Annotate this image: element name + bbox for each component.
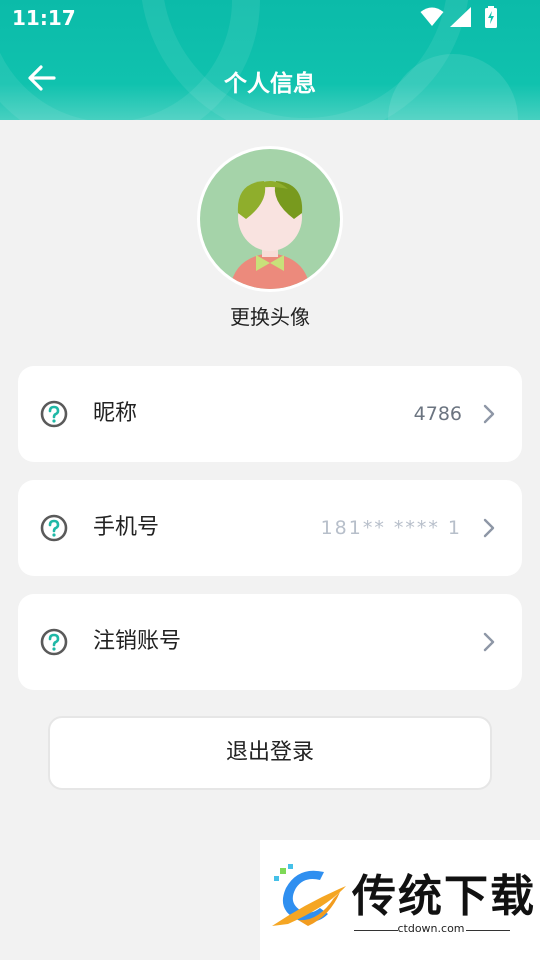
ctdown-logo-icon: [272, 864, 346, 926]
logout-button[interactable]: 退出登录: [48, 716, 492, 790]
nickname-row[interactable]: 昵称 4786: [18, 366, 522, 462]
row-label: 昵称: [93, 401, 138, 426]
page-title: 个人信息: [224, 71, 316, 97]
wifi-icon: [420, 7, 444, 26]
watermark: 传统下载 ctdown.com: [260, 840, 540, 960]
avatar[interactable]: [197, 146, 343, 292]
status-time: 11:17: [12, 6, 76, 30]
row-label: 手机号: [93, 515, 160, 540]
row-value: 181** **** 1: [320, 517, 462, 539]
row-value: 4786: [413, 403, 462, 425]
question-circle-icon: [40, 628, 68, 656]
change-avatar-label[interactable]: 更换头像: [0, 301, 540, 330]
watermark-url: ctdown.com: [397, 922, 465, 935]
avatar-illustration: [230, 181, 310, 289]
chevron-right-icon: [483, 518, 495, 538]
phone-row[interactable]: 手机号 181** **** 1: [18, 480, 522, 576]
signal-icon: [450, 7, 471, 27]
question-circle-icon: [40, 514, 68, 542]
cancel-account-row[interactable]: 注销账号: [18, 594, 522, 690]
chevron-right-icon: [483, 632, 495, 652]
status-bar: 11:17: [0, 0, 540, 36]
question-circle-icon: [40, 400, 68, 428]
battery-charging-icon: [485, 6, 497, 28]
chevron-right-icon: [483, 404, 495, 424]
watermark-brand: 传统下载: [352, 871, 536, 922]
app-header: 11:17 个人信息: [0, 0, 540, 120]
row-label: 注销账号: [93, 629, 182, 654]
